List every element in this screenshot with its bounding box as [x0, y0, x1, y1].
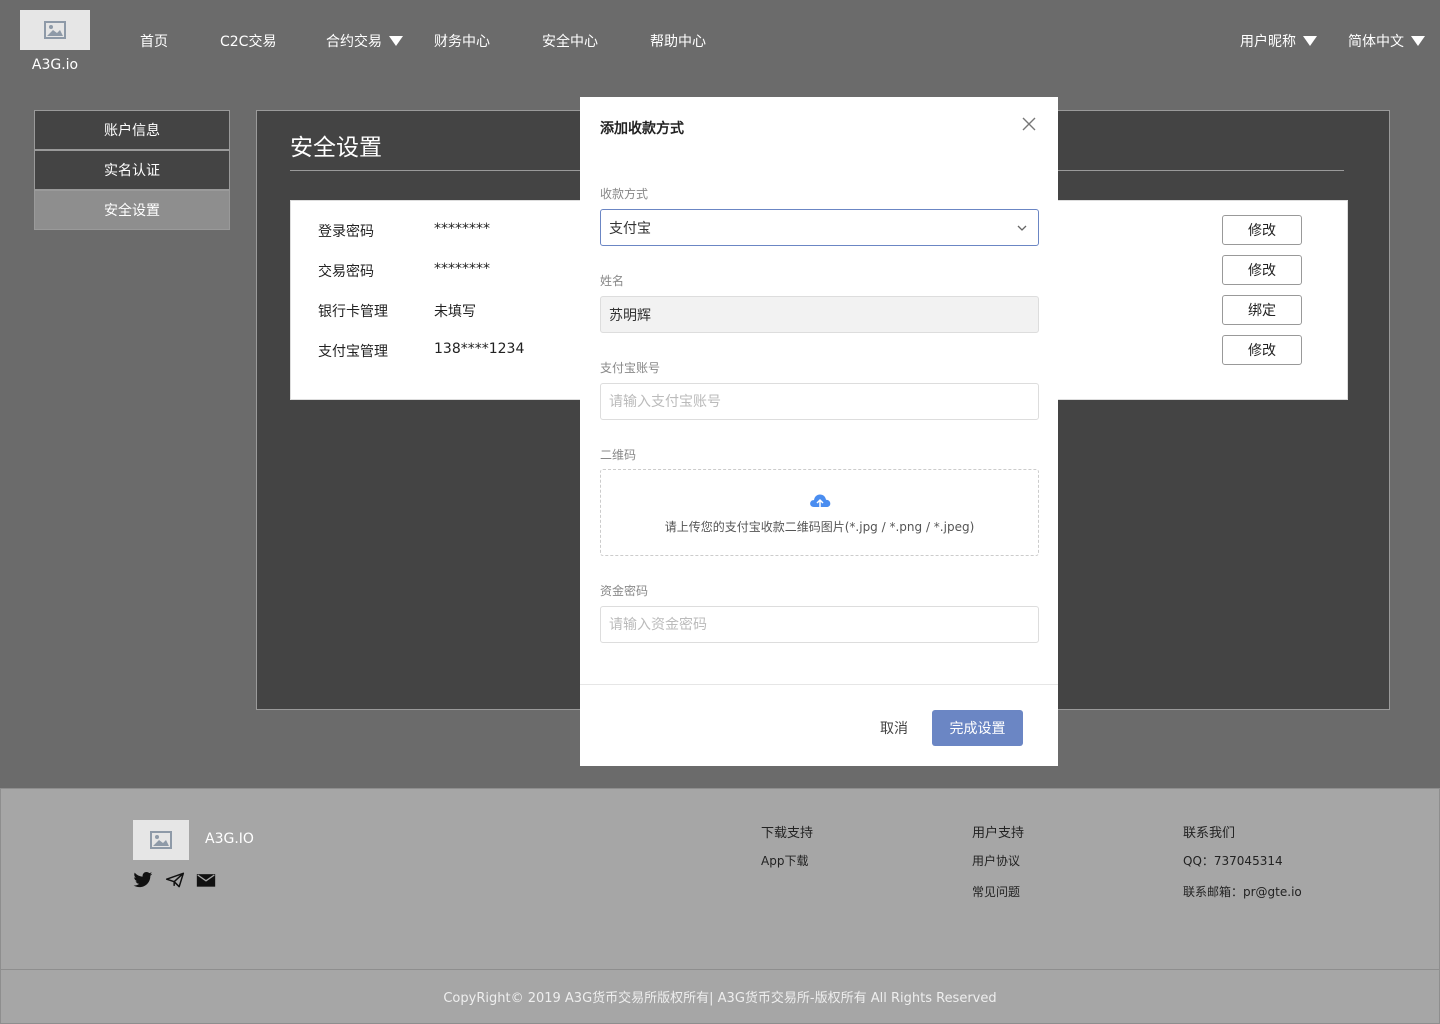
logo[interactable] [20, 10, 90, 50]
qr-code-label: 二维码 [600, 448, 637, 462]
divider [580, 684, 1058, 685]
twitter-icon[interactable] [133, 871, 153, 889]
close-icon[interactable] [1020, 115, 1038, 133]
dialog-title: 添加收款方式 [600, 121, 684, 137]
nav-help[interactable]: 帮助中心 [650, 31, 706, 51]
telegram-icon[interactable] [165, 871, 185, 889]
fund-password-label: 资金密码 [600, 584, 649, 598]
footer-heading-user-support: 用户支持 [972, 826, 1025, 841]
payment-method-value: 支付宝 [609, 220, 651, 237]
copyright: CopyRight© 2019 A3G货币交易所版权所有| A3G货币交易所-版… [443, 991, 997, 1006]
upload-hint: 请上传您的支付宝收款二维码图片(*.jpg / *.png / *.jpeg) [664, 520, 975, 534]
nav-contract-label: 合约交易 [326, 34, 382, 50]
user-nickname: 用户昵称 [1240, 34, 1296, 50]
nav-contract[interactable]: 合约交易 [326, 31, 403, 51]
name-label: 姓名 [600, 274, 625, 288]
row-value-bank-card: 未填写 [434, 304, 476, 320]
footer-link-faq[interactable]: 常见问题 [972, 883, 1020, 900]
footer-logo[interactable] [133, 820, 189, 860]
row-value-login-password: ******** [434, 221, 490, 237]
cloud-upload-icon [810, 494, 831, 508]
footer-contact-qq: QQ：737045314 [1183, 854, 1283, 868]
chevron-down-icon [1017, 225, 1027, 231]
alipay-account-label: 支付宝账号 [600, 361, 661, 375]
name-value: 苏明辉 [609, 307, 651, 324]
row-value-trade-password: ******** [434, 261, 490, 277]
page-title: 安全设置 [290, 135, 382, 161]
modify-trade-password-button[interactable]: 修改 [1222, 255, 1302, 285]
nav-finance[interactable]: 财务中心 [434, 31, 490, 51]
brand-name: A3G.io [31, 57, 79, 73]
mail-icon[interactable] [196, 871, 216, 889]
footer-heading-contact: 联系我们 [1183, 826, 1236, 841]
caret-down-icon [1411, 36, 1425, 46]
footer-link-user-agreement[interactable]: 用户协议 [972, 852, 1020, 869]
payment-method-select[interactable]: 支付宝 [600, 209, 1039, 246]
cancel-button[interactable]: 取消 [880, 718, 908, 738]
divider [0, 969, 1440, 970]
sidebar-item-account-info[interactable]: 账户信息 [34, 110, 230, 150]
row-label-alipay: 支付宝管理 [318, 344, 388, 360]
footer-link-app-download[interactable]: App下载 [761, 852, 808, 869]
row-label-bank-card: 银行卡管理 [318, 304, 388, 320]
bind-bank-card-button[interactable]: 绑定 [1222, 295, 1302, 325]
caret-down-icon [1303, 36, 1317, 46]
footer-brand: A3G.IO [205, 831, 254, 847]
user-menu[interactable]: 用户昵称 [1240, 31, 1317, 51]
payment-method-label: 收款方式 [600, 187, 649, 201]
sidebar-item-verification[interactable]: 实名认证 [34, 150, 230, 190]
fund-password-input[interactable] [600, 606, 1039, 643]
image-placeholder-icon [150, 831, 172, 849]
caret-down-icon [389, 36, 403, 46]
name-field: 苏明辉 [600, 296, 1039, 333]
row-label-login-password: 登录密码 [318, 224, 374, 240]
row-label-trade-password: 交易密码 [318, 264, 374, 280]
language-menu[interactable]: 简体中文 [1348, 31, 1425, 51]
qr-code-upload[interactable]: 请上传您的支付宝收款二维码图片(*.jpg / *.png / *.jpeg) [600, 469, 1039, 556]
row-value-alipay: 138****1234 [434, 341, 525, 357]
modify-login-password-button[interactable]: 修改 [1222, 215, 1302, 245]
complete-setup-button[interactable]: 完成设置 [932, 710, 1023, 746]
sidebar-item-security[interactable]: 安全设置 [34, 190, 230, 230]
add-payment-method-dialog: 添加收款方式 收款方式 支付宝 姓名 苏明辉 支付宝账号 二维码 请上传您的支付… [580, 97, 1058, 766]
language-label: 简体中文 [1348, 34, 1404, 50]
nav-security[interactable]: 安全中心 [542, 31, 598, 51]
footer-contact-email[interactable]: 联系邮箱：pr@gte.io [1183, 883, 1302, 900]
image-placeholder-icon [44, 21, 66, 39]
alipay-account-input[interactable] [600, 383, 1039, 420]
modify-alipay-button[interactable]: 修改 [1222, 335, 1302, 365]
nav-c2c[interactable]: C2C交易 [220, 31, 276, 51]
footer-heading-download: 下载支持 [761, 826, 814, 841]
nav-home[interactable]: 首页 [140, 31, 168, 51]
